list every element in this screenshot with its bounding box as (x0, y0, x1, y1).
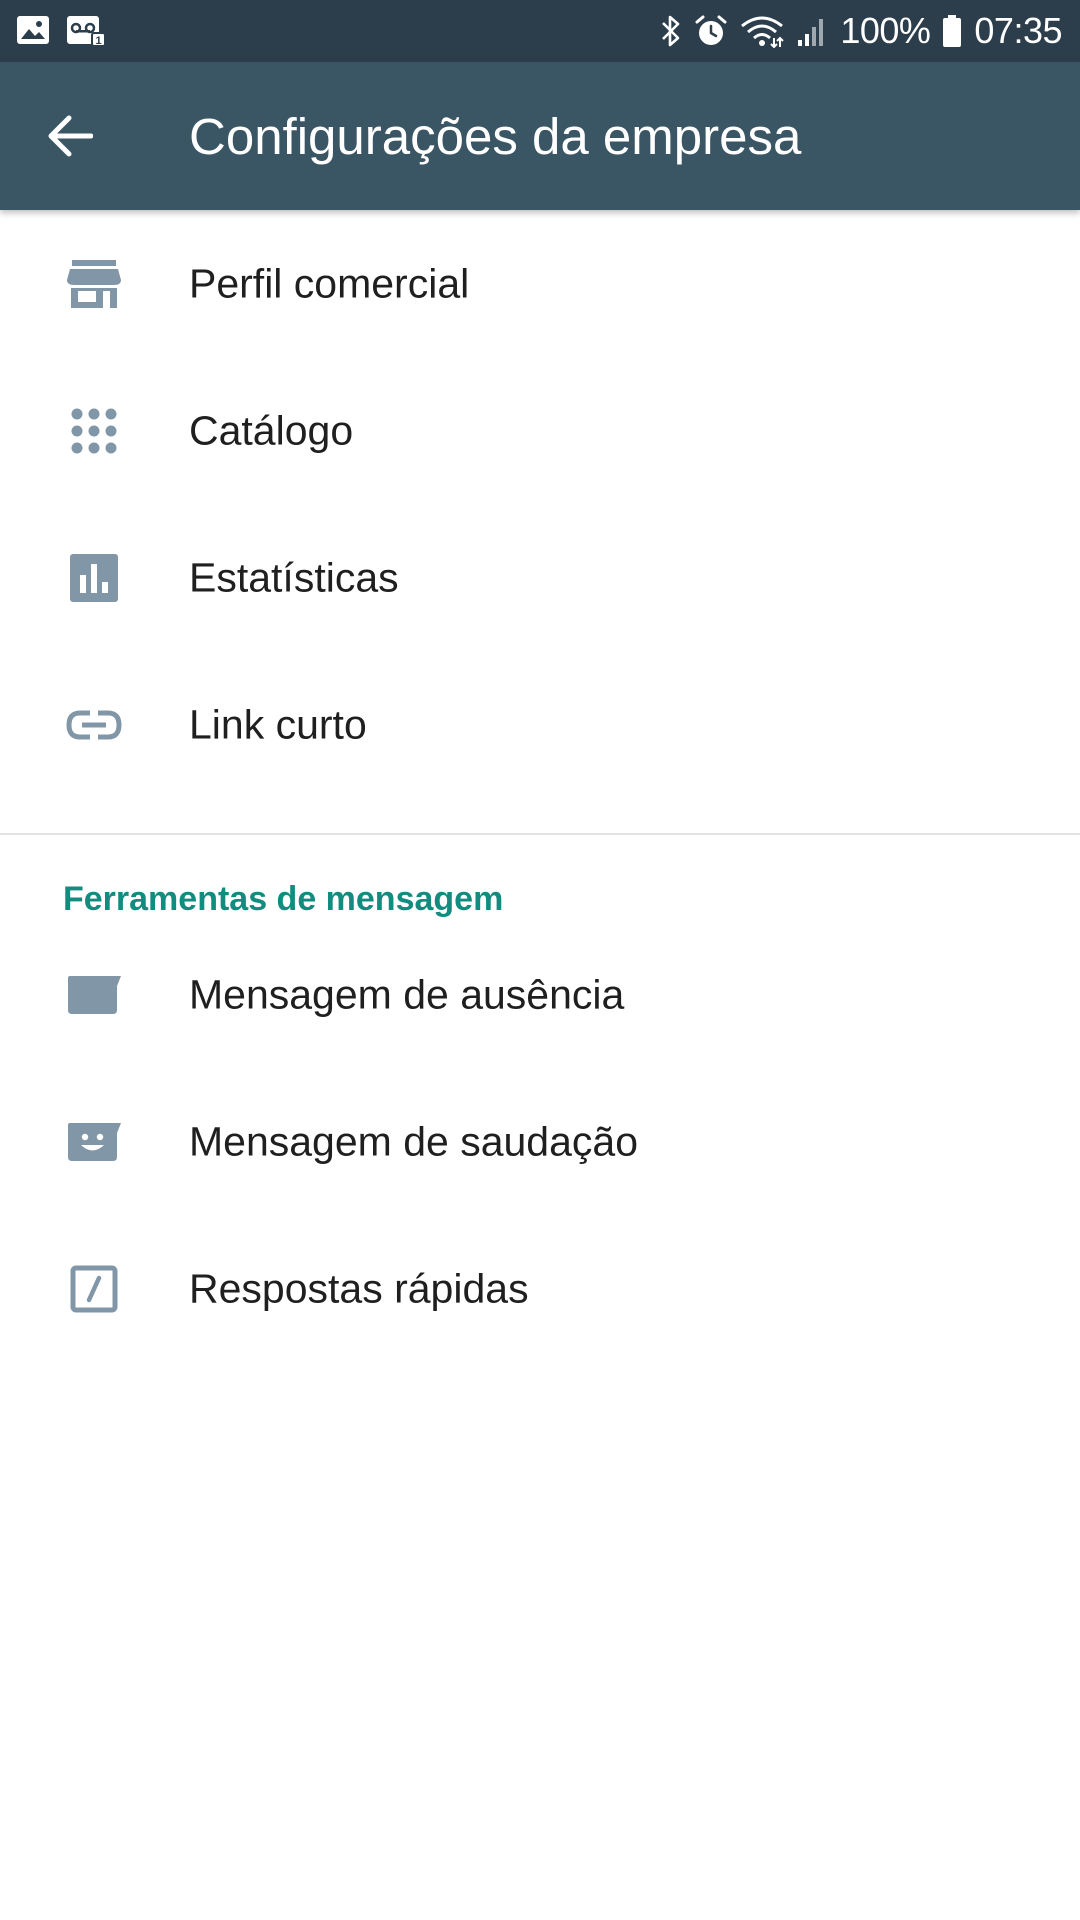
svg-text:1: 1 (95, 35, 101, 47)
clock: 07:35 (974, 10, 1062, 51)
store-icon (62, 252, 126, 316)
signal-icon (796, 14, 828, 48)
link-icon (62, 693, 126, 757)
battery-percent: 100% (840, 10, 931, 51)
menu-item-business-profile[interactable]: Perfil comercial (0, 210, 1080, 357)
menu-item-greeting-message[interactable]: Mensagem de saudação (0, 1068, 1080, 1215)
gallery-notification-icon (16, 13, 50, 52)
quick-reply-icon (62, 1257, 126, 1321)
section-header: Ferramentas de mensagem (0, 835, 1080, 921)
menu-item-label: Link curto (189, 701, 367, 747)
back-button[interactable] (40, 106, 100, 166)
alarm-icon (694, 14, 728, 48)
settings-list: Perfil comercial Catálogo Estatísticas L… (0, 210, 1080, 1362)
bluetooth-icon (660, 14, 682, 48)
menu-item-label: Perfil comercial (189, 260, 470, 306)
app-bar: Configurações da empresa (0, 62, 1080, 210)
menu-item-label: Catálogo (189, 407, 354, 453)
voicemail-notification-icon: 1 (66, 13, 106, 52)
page-title: Configurações da empresa (189, 108, 802, 165)
section-title: Ferramentas de mensagem (63, 880, 504, 918)
battery-icon (942, 14, 962, 48)
menu-item-short-link[interactable]: Link curto (0, 651, 1080, 798)
wifi-icon (740, 14, 785, 48)
menu-item-label: Mensagem de ausência (189, 971, 625, 1017)
bar-chart-icon (62, 546, 126, 610)
menu-item-label: Mensagem de saudação (189, 1118, 639, 1164)
menu-item-statistics[interactable]: Estatísticas (0, 504, 1080, 651)
menu-item-quick-replies[interactable]: Respostas rápidas (0, 1215, 1080, 1362)
menu-item-label: Estatísticas (189, 554, 399, 600)
status-bar: 1 100% 07:35 (0, 0, 1080, 62)
away-message-icon (62, 963, 126, 1027)
greeting-message-icon (62, 1110, 126, 1174)
grid-icon (62, 399, 126, 463)
menu-item-catalog[interactable]: Catálogo (0, 357, 1080, 504)
arrow-back-icon (48, 115, 93, 157)
menu-item-label: Respostas rápidas (189, 1265, 529, 1311)
menu-item-away-message[interactable]: Mensagem de ausência (0, 921, 1080, 1068)
